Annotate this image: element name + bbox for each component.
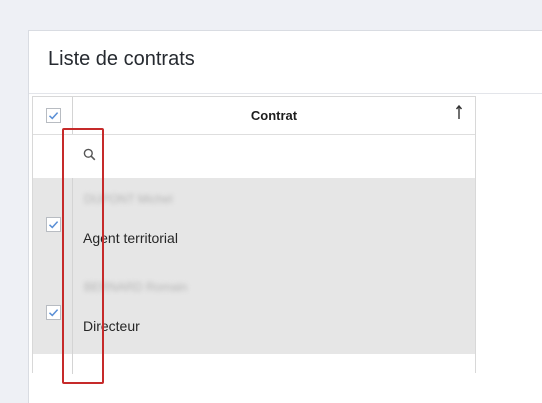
select-column-header bbox=[33, 97, 73, 134]
table-row[interactable]: BERNARD Romain Directeur bbox=[33, 266, 475, 354]
row-select-cell bbox=[33, 178, 73, 266]
contract-cell: Directeur bbox=[83, 318, 140, 334]
row-select-cell bbox=[33, 354, 73, 374]
row-checkbox[interactable] bbox=[46, 217, 61, 232]
select-all-checkbox[interactable] bbox=[46, 108, 61, 123]
contract-cell: Agent territorial bbox=[83, 230, 178, 246]
column-header-contrat[interactable]: Contrat bbox=[73, 108, 475, 123]
checkmark-icon bbox=[48, 309, 59, 317]
checkmark-icon bbox=[48, 221, 59, 229]
contracts-grid: Contrat DUPONT Michel Agent territorial bbox=[32, 96, 476, 374]
panel-title: Liste de contrats bbox=[48, 48, 195, 70]
panel-header: Liste de contrats bbox=[29, 31, 542, 94]
sort-ascending-icon[interactable] bbox=[455, 104, 463, 120]
blurred-employee-name: DUPONT Michel bbox=[84, 192, 173, 206]
table-row[interactable]: DUPONT Michel Agent territorial bbox=[33, 178, 475, 266]
grid-empty-area bbox=[33, 354, 475, 374]
row-checkbox[interactable] bbox=[46, 305, 61, 320]
grid-filter-row bbox=[33, 135, 475, 178]
grid-header-row: Contrat bbox=[33, 97, 475, 135]
blurred-employee-name: BERNARD Romain bbox=[84, 280, 188, 294]
row-select-cell bbox=[33, 266, 73, 354]
search-icon[interactable] bbox=[83, 148, 96, 161]
checkmark-icon bbox=[48, 112, 59, 120]
